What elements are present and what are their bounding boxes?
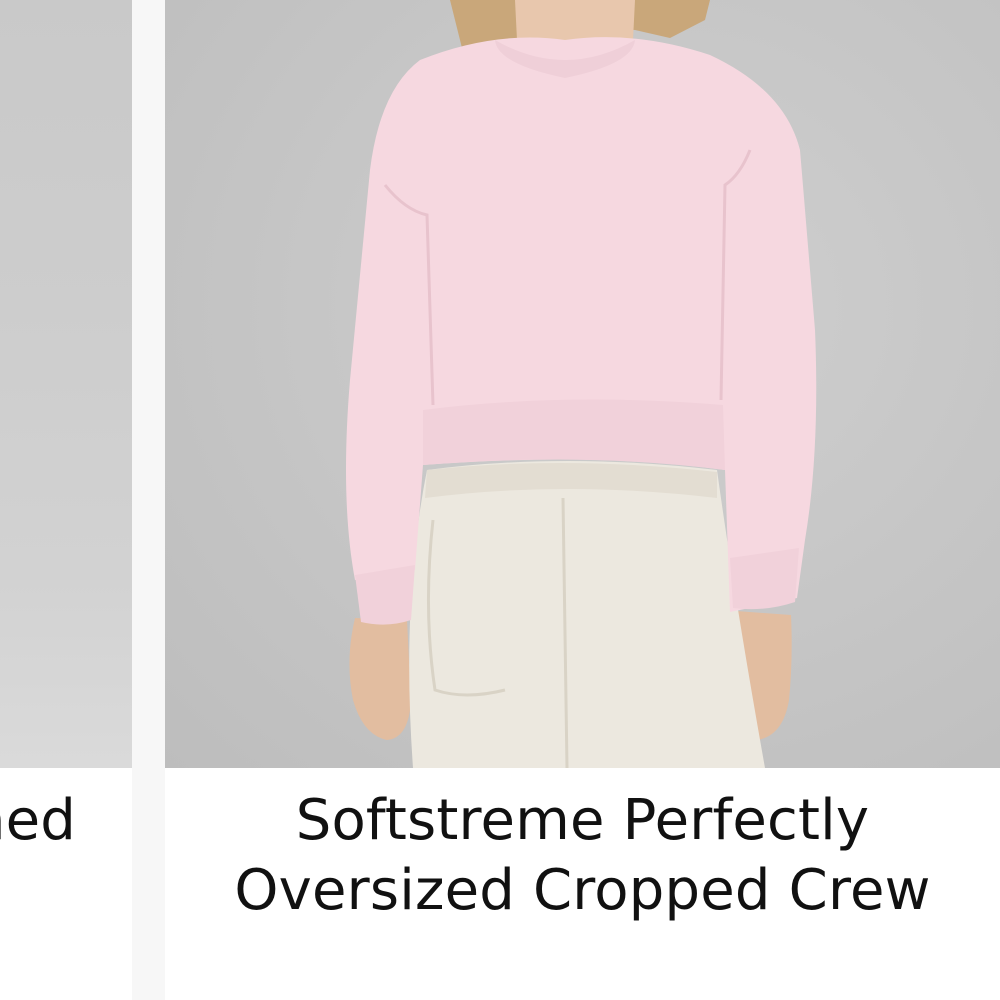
product-image-previous[interactable]	[0, 0, 132, 768]
product-title-previous[interactable]: Quilted Relaxed-Fit Crew Washed	[0, 786, 76, 856]
product-photo-illustration	[346, 0, 817, 768]
product-card-previous[interactable]: Quilted Relaxed-Fit Crew Washed	[0, 0, 132, 1000]
card-gutter	[132, 0, 165, 1000]
left-hand	[349, 618, 411, 740]
product-carousel: Quilted Relaxed-Fit Crew Washed	[0, 0, 1000, 1000]
product-title-current[interactable]: Softstreme Perfectly Oversized Cropped C…	[165, 786, 1000, 926]
right-cuff	[730, 548, 799, 610]
sweatshirt-hem	[423, 399, 725, 470]
product-card-current[interactable]: Softstreme Perfectly Oversized Cropped C…	[165, 0, 1000, 1000]
left-cuff	[355, 565, 415, 625]
pants-shape	[409, 461, 765, 768]
product-image-current[interactable]	[165, 0, 1000, 768]
